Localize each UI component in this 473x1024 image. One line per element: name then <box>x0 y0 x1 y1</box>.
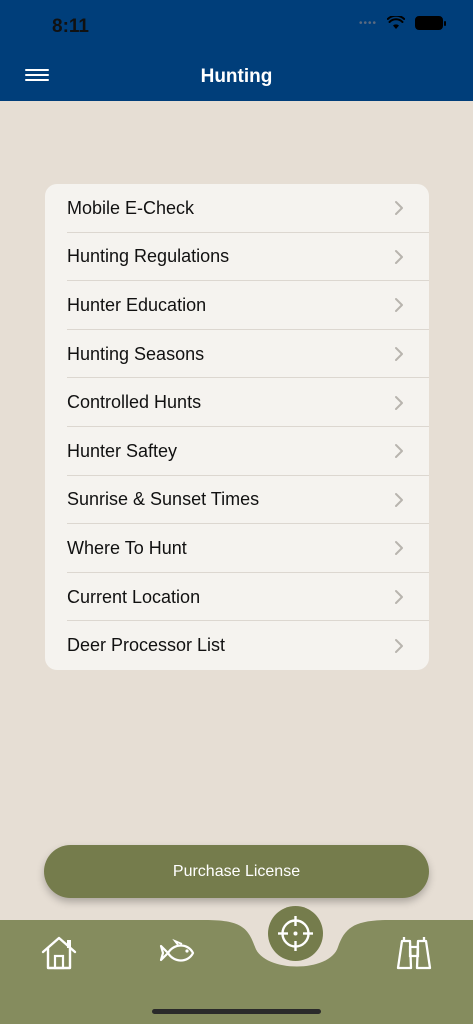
chevron-right-icon <box>395 444 403 459</box>
list-item-deer-processor-list[interactable]: Deer Processor List <box>45 621 429 670</box>
list-item-label: Current Location <box>67 586 201 607</box>
list-item-hunter-saftey[interactable]: Hunter Saftey <box>45 427 429 476</box>
home-icon[interactable] <box>40 935 78 971</box>
list-item-mobile-e-check[interactable]: Mobile E-Check <box>45 184 429 233</box>
status-icons: •••• <box>358 16 446 30</box>
list-item-label: Controlled Hunts <box>67 392 202 413</box>
list-item-controlled-hunts[interactable]: Controlled Hunts <box>45 378 429 427</box>
wifi-icon <box>387 16 405 29</box>
chevron-right-icon <box>395 249 403 264</box>
crosshair-tab-button[interactable] <box>268 906 323 961</box>
hunting-menu-list: Mobile E-Check Hunting Regulations Hunte… <box>45 184 429 670</box>
list-item-sunrise-sunset-times[interactable]: Sunrise & Sunset Times <box>45 476 429 525</box>
chevron-right-icon <box>395 395 403 410</box>
list-item-label: Mobile E-Check <box>67 197 195 218</box>
list-item-hunter-education[interactable]: Hunter Education <box>45 281 429 330</box>
list-item-where-to-hunt[interactable]: Where To Hunt <box>45 524 429 573</box>
signal-icon: •••• <box>358 17 377 29</box>
chevron-right-icon <box>395 492 403 507</box>
fish-icon[interactable] <box>158 938 196 968</box>
chevron-right-icon <box>395 201 403 216</box>
list-item-label: Hunting Regulations <box>67 246 230 267</box>
list-item-label: Hunter Saftey <box>67 440 178 461</box>
list-item-label: Deer Processor List <box>67 635 226 656</box>
bottom-tab-bar <box>0 905 473 1024</box>
list-item-label: Hunter Education <box>67 294 207 315</box>
purchase-license-button[interactable]: Purchase License <box>44 845 429 898</box>
binoculars-icon[interactable] <box>394 935 434 971</box>
app-header: 8:11 •••• Hunting <box>0 0 473 101</box>
status-time: 8:11 <box>52 16 89 37</box>
list-item-hunting-regulations[interactable]: Hunting Regulations <box>45 233 429 282</box>
chevron-right-icon <box>395 298 403 313</box>
battery-icon <box>415 16 446 30</box>
chevron-right-icon <box>395 347 403 362</box>
crosshair-icon <box>278 916 313 951</box>
chevron-right-icon <box>395 638 403 653</box>
list-item-hunting-seasons[interactable]: Hunting Seasons <box>45 330 429 379</box>
list-item-current-location[interactable]: Current Location <box>45 573 429 622</box>
page-title: Hunting <box>200 66 273 87</box>
home-indicator[interactable] <box>152 1009 321 1014</box>
chevron-right-icon <box>395 541 403 556</box>
chevron-right-icon <box>395 590 403 605</box>
list-item-label: Hunting Seasons <box>67 343 205 364</box>
list-item-label: Sunrise & Sunset Times <box>67 489 260 510</box>
list-item-label: Where To Hunt <box>67 537 187 558</box>
